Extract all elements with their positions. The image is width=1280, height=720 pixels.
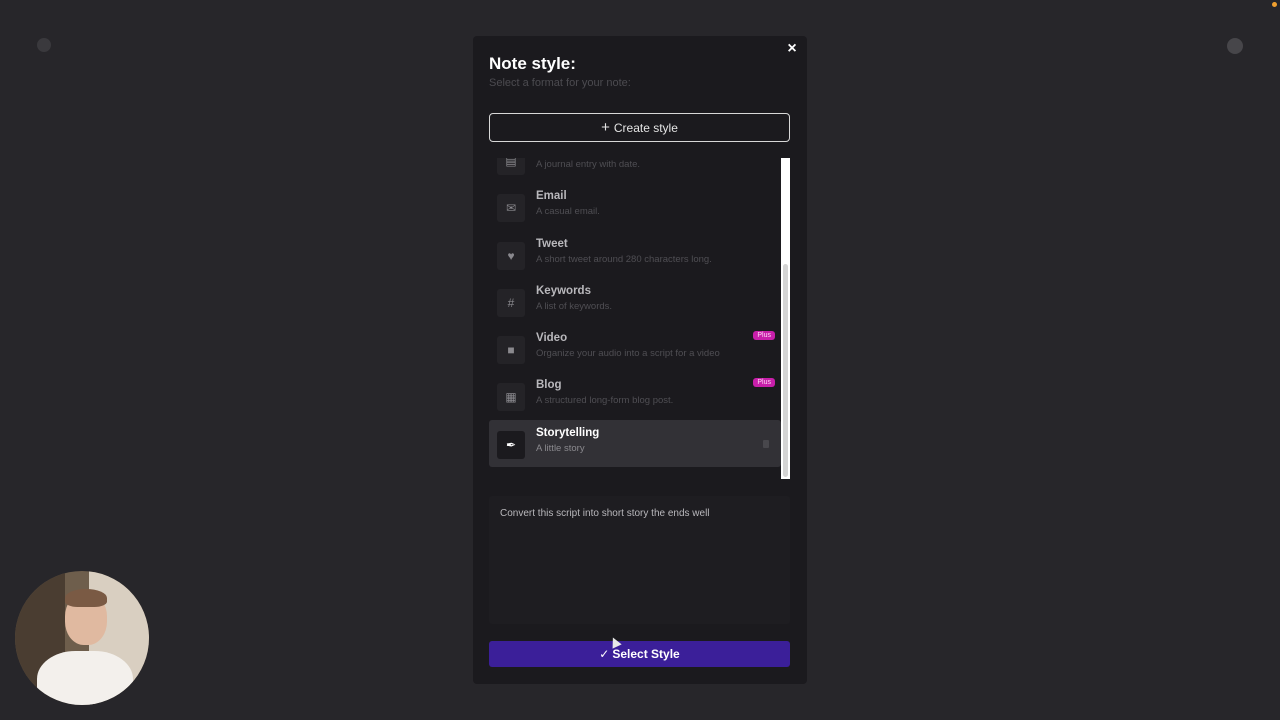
feather-icon: ✒ [497, 430, 525, 459]
style-item-name: Tweet [536, 237, 568, 250]
style-item-video[interactable]: ■ Video Organize your audio into a script … [489, 325, 781, 372]
modal-title: Note style: [489, 54, 576, 73]
style-list[interactable]: ▤JournalA journal entry with date. ✉ Email… [489, 158, 790, 479]
style-item-name: Storytelling [536, 426, 600, 439]
style-item-description: A structured long-form blog post. [536, 395, 674, 407]
style-item-journal[interactable]: ▤JournalA journal entry with date. [489, 158, 781, 183]
style-item-tweet[interactable]: ♥ Tweet A short tweet around 280 character… [489, 231, 781, 278]
plus-icon: + [601, 118, 610, 136]
note-style-modal: × Note style: Select a format for your n… [473, 36, 807, 684]
select-style-button[interactable]: ✓ Select Style [489, 641, 790, 667]
back-icon[interactable] [37, 38, 51, 52]
style-item-description: A casual email. [536, 206, 600, 218]
plus-badge: Plus [753, 378, 775, 388]
create-style-label: Create style [613, 120, 678, 135]
trash-icon[interactable] [763, 439, 769, 448]
style-item-name: Video [536, 332, 568, 345]
newspaper-icon: ▦ [497, 383, 525, 412]
style-item-keywords[interactable]: # Keywords A list of keywords. [489, 278, 781, 325]
style-item-description: A journal entry with date. [536, 159, 641, 170]
style-item-name: Email [536, 190, 567, 203]
style-item-description: Organize your audio into a script for a … [536, 348, 720, 360]
style-item-blog[interactable]: ▦ Blog A structured long-form blog post. Pl… [489, 372, 781, 419]
close-button[interactable]: × [783, 40, 801, 58]
create-style-button[interactable]: + Create style [489, 113, 790, 142]
style-item-description: A short tweet around 280 characters long… [536, 253, 712, 265]
profile-icon[interactable] [1227, 38, 1243, 54]
twitter-icon: ♥ [497, 241, 525, 270]
style-item-name: Blog [536, 379, 562, 392]
style-prompt-textarea[interactable]: Convert this script into short story the… [489, 496, 790, 624]
scrollbar-thumb[interactable] [783, 264, 788, 477]
style-list-items: ▤JournalA journal entry with date. ✉ Email… [489, 158, 781, 468]
plus-badge: Plus [753, 331, 775, 341]
check-icon: ✓ [599, 647, 610, 661]
webcam-overlay [15, 571, 149, 705]
modal-subtitle: Select a format for your note: [489, 77, 631, 89]
envelope-icon: ✉ [497, 194, 525, 223]
video-icon: ■ [497, 336, 525, 365]
style-item-description: A list of keywords. [536, 300, 613, 312]
scrollbar[interactable] [781, 158, 790, 479]
book-icon: ▤ [497, 158, 525, 175]
notification-dot [1272, 2, 1277, 7]
style-item-name: Keywords [536, 284, 591, 297]
style-prompt-text: Convert this script into short story the… [500, 508, 710, 519]
hashtag-icon: # [497, 288, 525, 317]
style-item-email[interactable]: ✉ Email A casual email. [489, 183, 781, 230]
style-item-storytelling[interactable]: ✒ Storytelling A little story [489, 419, 781, 468]
select-style-label: Select Style [612, 647, 680, 661]
style-item-description: A little story [536, 442, 585, 454]
